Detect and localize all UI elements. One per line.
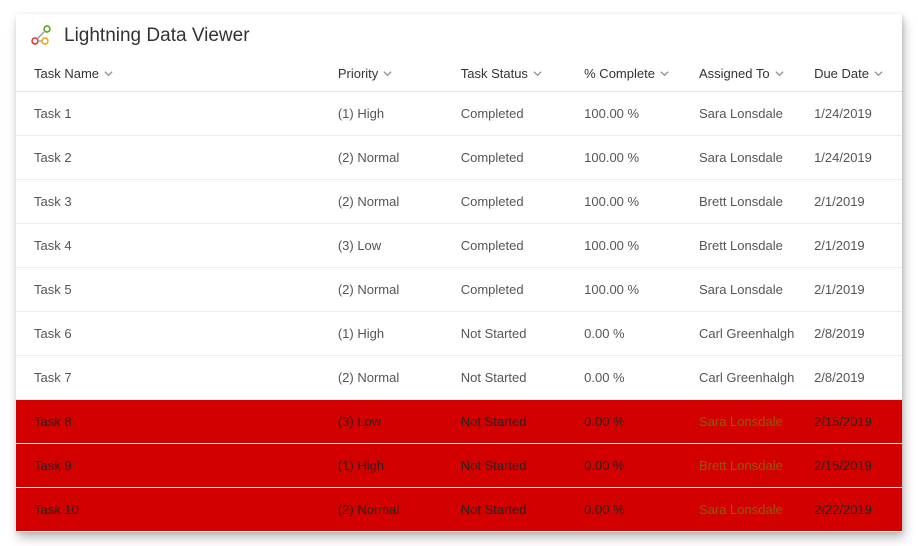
cell-priority: (1) High <box>330 444 453 488</box>
cell-pct-complete: 0.00 % <box>576 400 691 444</box>
table-row[interactable]: Task 6(1) HighNot Started0.00 %Carl Gree… <box>16 312 902 356</box>
cell-priority: (2) Normal <box>330 180 453 224</box>
table-row[interactable]: Task 2(2) NormalCompleted100.00 %Sara Lo… <box>16 136 902 180</box>
chevron-down-icon <box>532 68 543 79</box>
cell-assigned-to[interactable]: Sara Lonsdale <box>691 488 806 532</box>
col-header-priority[interactable]: Priority <box>330 60 453 92</box>
col-header-assigned-to[interactable]: Assigned To <box>691 60 806 92</box>
chevron-down-icon <box>382 68 393 79</box>
cell-task-name: Task 7 <box>16 356 330 400</box>
col-header-task-status[interactable]: Task Status <box>453 60 576 92</box>
cell-due-date: 2/15/2019 <box>806 400 902 444</box>
cell-task-status: Not Started <box>453 312 576 356</box>
col-header-label: Task Status <box>461 66 528 81</box>
cell-due-date: 2/8/2019 <box>806 356 902 400</box>
cell-pct-complete: 100.00 % <box>576 92 691 136</box>
col-header-label: Priority <box>338 66 378 81</box>
cell-assigned-to[interactable]: Carl Greenhalgh <box>691 312 806 356</box>
cell-pct-complete: 100.00 % <box>576 180 691 224</box>
cell-task-status: Not Started <box>453 356 576 400</box>
chevron-down-icon <box>873 68 884 79</box>
table-row[interactable]: Task 10(2) NormalNot Started0.00 %Sara L… <box>16 488 902 532</box>
cell-due-date: 1/24/2019 <box>806 136 902 180</box>
chevron-down-icon <box>659 68 670 79</box>
cell-pct-complete: 100.00 % <box>576 224 691 268</box>
table-row[interactable]: Task 9(1) HighNot Started0.00 %Brett Lon… <box>16 444 902 488</box>
cell-assigned-to[interactable]: Brett Lonsdale <box>691 444 806 488</box>
cell-task-status: Not Started <box>453 488 576 532</box>
cell-task-status: Completed <box>453 136 576 180</box>
cell-assigned-to[interactable]: Sara Lonsdale <box>691 92 806 136</box>
col-header-label: % Complete <box>584 66 655 81</box>
cell-priority: (2) Normal <box>330 268 453 312</box>
cell-assigned-to[interactable]: Brett Lonsdale <box>691 224 806 268</box>
cell-pct-complete: 100.00 % <box>576 136 691 180</box>
cell-task-status: Not Started <box>453 444 576 488</box>
cell-priority: (2) Normal <box>330 488 453 532</box>
col-header-label: Task Name <box>34 66 99 81</box>
cell-task-status: Completed <box>453 92 576 136</box>
cell-priority: (1) High <box>330 92 453 136</box>
cell-assigned-to[interactable]: Sara Lonsdale <box>691 136 806 180</box>
cell-task-status: Not Started <box>453 400 576 444</box>
cell-task-status: Completed <box>453 268 576 312</box>
cell-due-date: 2/22/2019 <box>806 488 902 532</box>
page-title: Lightning Data Viewer <box>64 25 250 47</box>
col-header-task-name[interactable]: Task Name <box>16 60 330 92</box>
app-logo-icon <box>28 24 52 48</box>
chevron-down-icon <box>103 68 114 79</box>
cell-due-date: 2/15/2019 <box>806 444 902 488</box>
col-header-due-date[interactable]: Due Date <box>806 60 902 92</box>
table-row[interactable]: Task 4(3) LowCompleted100.00 %Brett Lons… <box>16 224 902 268</box>
table-row[interactable]: Task 5(2) NormalCompleted100.00 %Sara Lo… <box>16 268 902 312</box>
cell-priority: (2) Normal <box>330 136 453 180</box>
cell-priority: (3) Low <box>330 224 453 268</box>
cell-priority: (1) High <box>330 312 453 356</box>
cell-pct-complete: 0.00 % <box>576 356 691 400</box>
header: Lightning Data Viewer <box>16 14 902 60</box>
cell-due-date: 2/1/2019 <box>806 224 902 268</box>
col-header-label: Due Date <box>814 66 869 81</box>
col-header-label: Assigned To <box>699 66 770 81</box>
cell-task-name: Task 1 <box>16 92 330 136</box>
cell-assigned-to[interactable]: Carl Greenhalgh <box>691 356 806 400</box>
table-header-row: Task Name Priority Task Status <box>16 60 902 92</box>
cell-due-date: 2/1/2019 <box>806 180 902 224</box>
col-header-pct-complete[interactable]: % Complete <box>576 60 691 92</box>
cell-task-name: Task 2 <box>16 136 330 180</box>
table-row[interactable]: Task 7(2) NormalNot Started0.00 %Carl Gr… <box>16 356 902 400</box>
app-window: Lightning Data Viewer Task Name Priority <box>16 14 902 532</box>
cell-task-name: Task 5 <box>16 268 330 312</box>
cell-pct-complete: 0.00 % <box>576 312 691 356</box>
cell-task-name: Task 3 <box>16 180 330 224</box>
cell-assigned-to[interactable]: Brett Lonsdale <box>691 180 806 224</box>
cell-due-date: 2/1/2019 <box>806 268 902 312</box>
cell-pct-complete: 0.00 % <box>576 444 691 488</box>
cell-pct-complete: 100.00 % <box>576 268 691 312</box>
table-body: Task 1(1) HighCompleted100.00 %Sara Lons… <box>16 92 902 532</box>
cell-assigned-to[interactable]: Sara Lonsdale <box>691 400 806 444</box>
data-table: Task Name Priority Task Status <box>16 60 902 532</box>
table-row[interactable]: Task 8(3) LowNot Started0.00 %Sara Lonsd… <box>16 400 902 444</box>
chevron-down-icon <box>774 68 785 79</box>
cell-due-date: 1/24/2019 <box>806 92 902 136</box>
cell-task-name: Task 4 <box>16 224 330 268</box>
cell-pct-complete: 0.00 % <box>576 488 691 532</box>
cell-assigned-to[interactable]: Sara Lonsdale <box>691 268 806 312</box>
cell-task-name: Task 9 <box>16 444 330 488</box>
cell-task-name: Task 6 <box>16 312 330 356</box>
table-row[interactable]: Task 3(2) NormalCompleted100.00 %Brett L… <box>16 180 902 224</box>
cell-task-name: Task 8 <box>16 400 330 444</box>
cell-task-status: Completed <box>453 224 576 268</box>
table-row[interactable]: Task 1(1) HighCompleted100.00 %Sara Lons… <box>16 92 902 136</box>
cell-task-name: Task 10 <box>16 488 330 532</box>
cell-due-date: 2/8/2019 <box>806 312 902 356</box>
cell-priority: (3) Low <box>330 400 453 444</box>
cell-task-status: Completed <box>453 180 576 224</box>
cell-priority: (2) Normal <box>330 356 453 400</box>
